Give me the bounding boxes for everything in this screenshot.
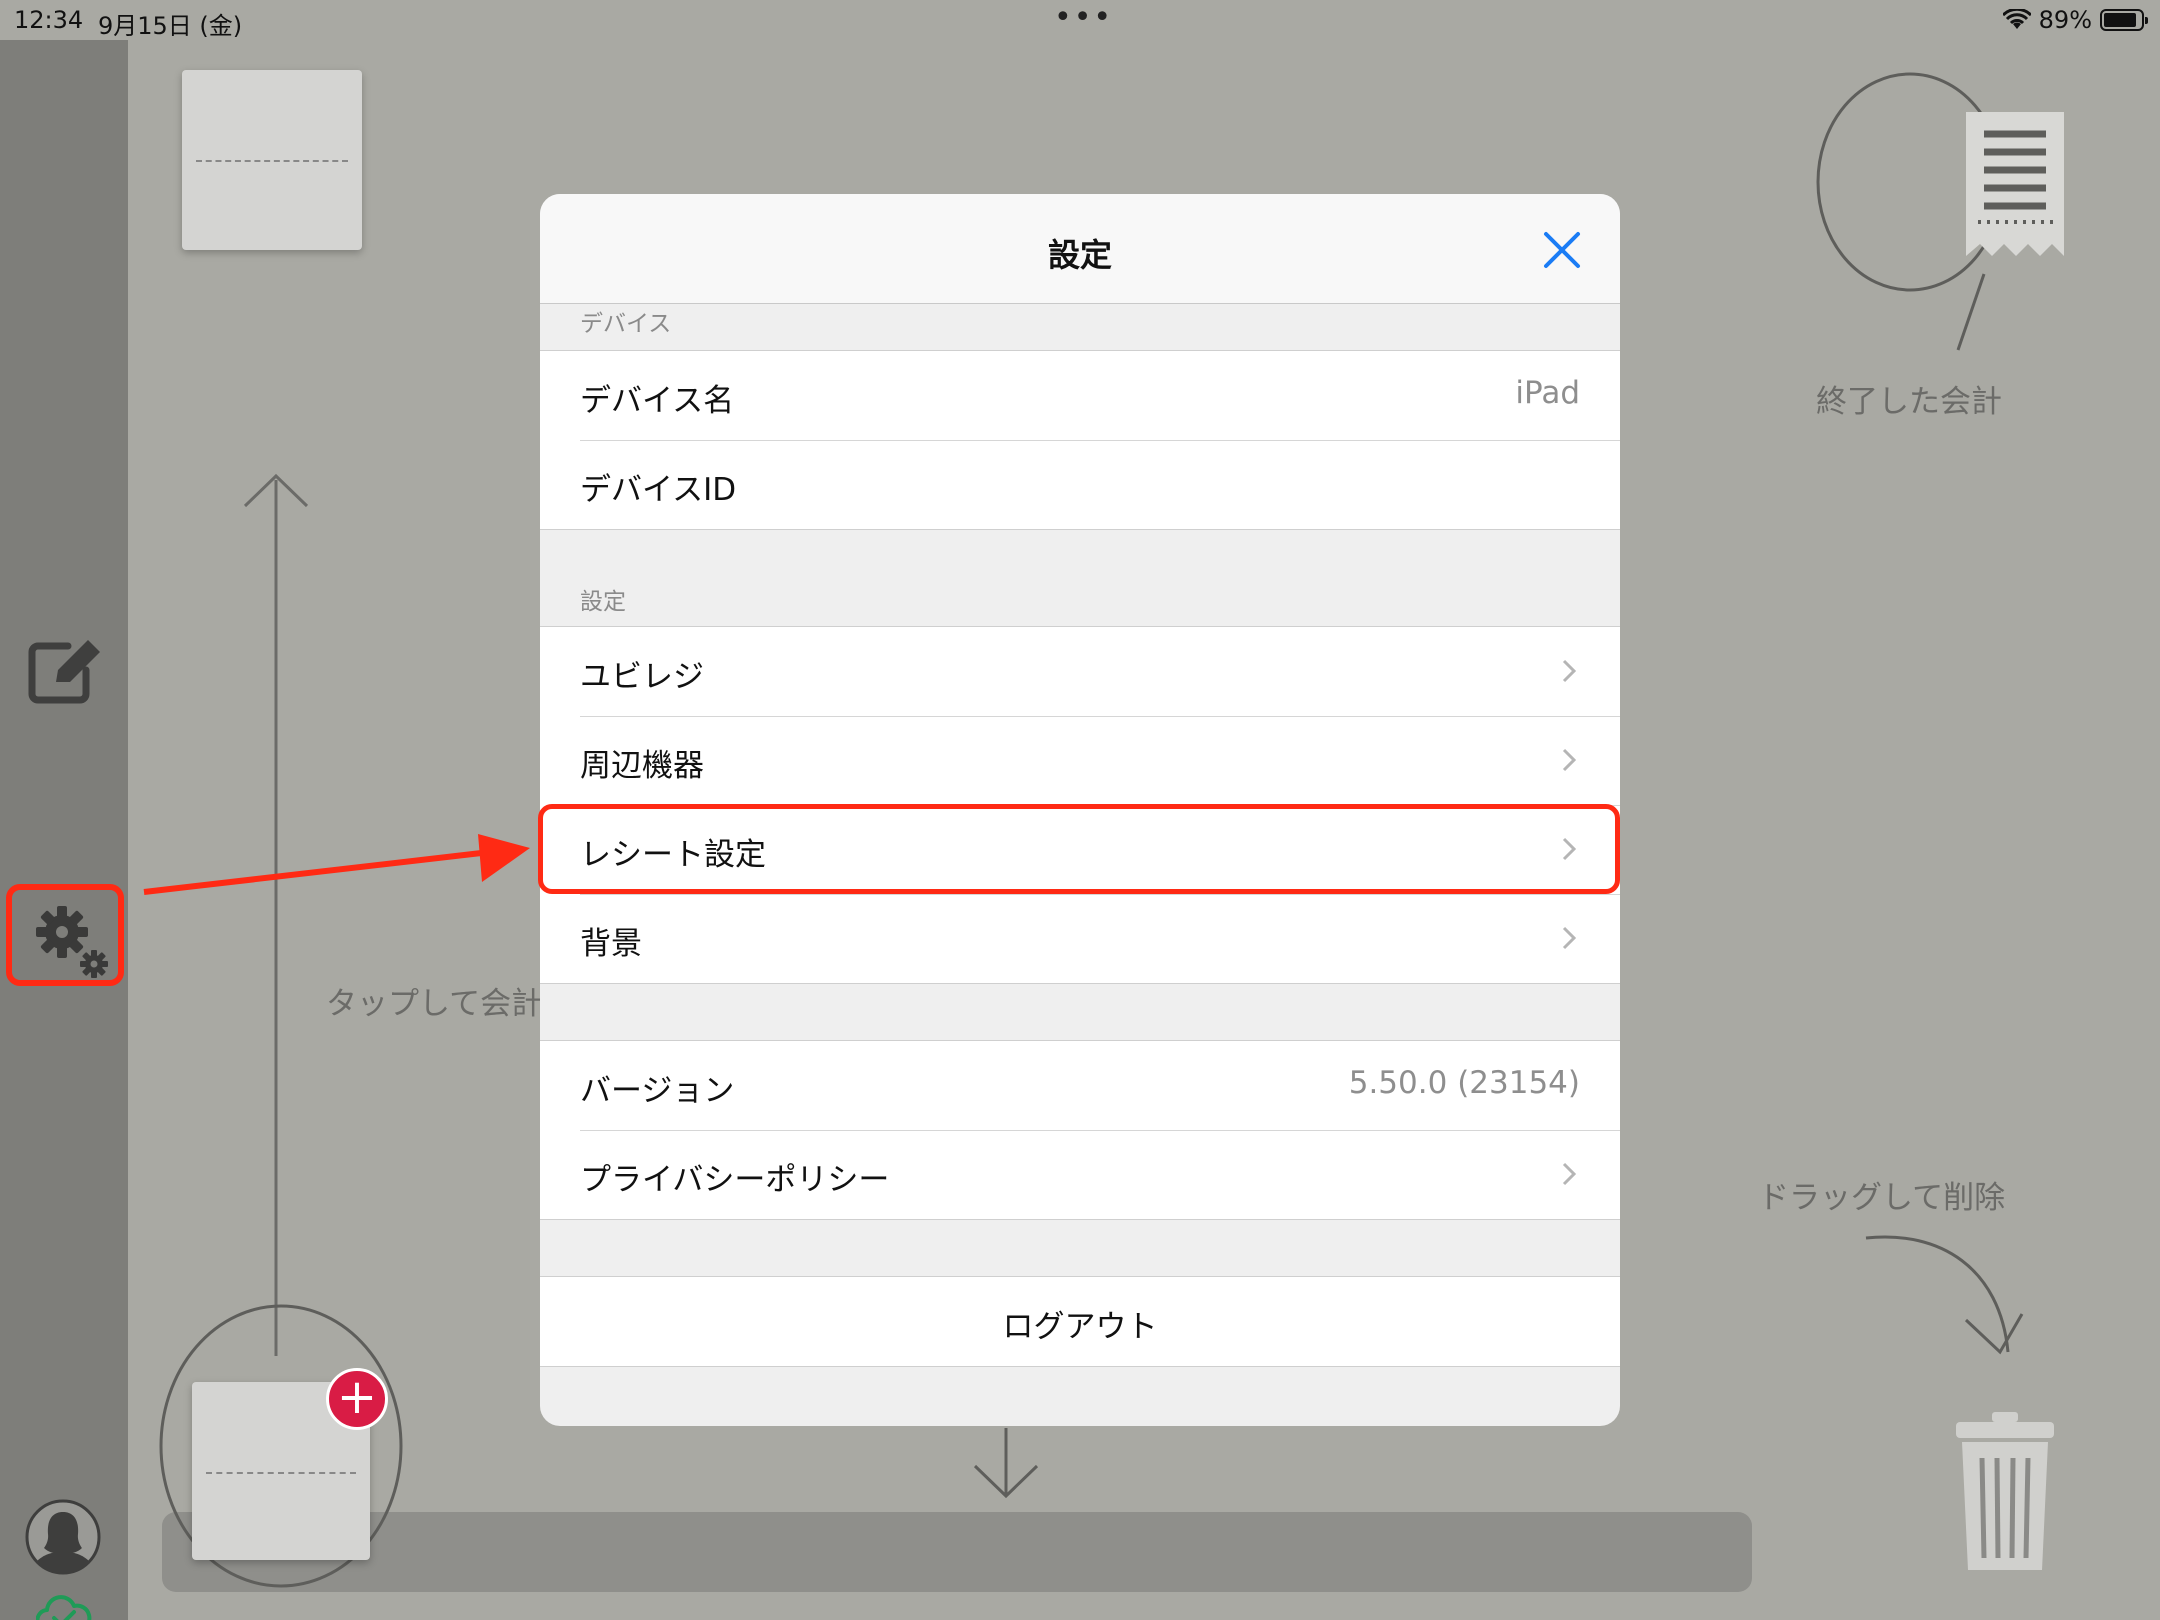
status-indicators: 89%	[2002, 6, 2148, 34]
device-name-label: デバイス名	[580, 383, 735, 419]
version-value: 5.50.0 (23154)	[1348, 1065, 1580, 1101]
multitasking-dots-icon[interactable]: •••	[1054, 0, 1113, 35]
status-bar: 12:34 9月15日 (金) ••• 89%	[0, 0, 2160, 40]
gear-icon	[36, 906, 108, 978]
receipt-settings-highlight	[538, 804, 1620, 894]
battery-percent: 89%	[2038, 6, 2092, 34]
status-time: 12:34	[14, 6, 84, 34]
finished-checkouts-label: 終了した会計	[1816, 384, 2002, 420]
version-label: バージョン	[580, 1073, 735, 1109]
bottom-tray	[162, 1512, 1752, 1592]
sidebar	[0, 40, 128, 1620]
modal-title: 設定	[1047, 236, 1112, 274]
status-date: 9月15日 (金)	[98, 12, 243, 40]
row-device-id[interactable]: デバイスID	[540, 440, 1620, 529]
peripherals-label: 周辺機器	[580, 748, 704, 784]
logout-label: ログアウト	[1002, 1309, 1158, 1345]
drag-to-delete-label: ドラッグして削除	[1758, 1180, 2006, 1216]
chevron-right-icon	[1562, 748, 1576, 772]
device-id-label: デバイスID	[580, 472, 737, 508]
cloud-check-icon	[36, 1595, 92, 1620]
ubiregi-label: ユビレジ	[580, 659, 704, 695]
chevron-right-icon	[1562, 659, 1576, 683]
tap-to-checkout-label: タップして会計	[326, 986, 543, 1022]
wifi-icon	[2002, 9, 2031, 29]
logout-button[interactable]: ログアウト	[540, 1277, 1620, 1366]
device-group: デバイス名 iPad デバイスID	[540, 350, 1620, 530]
section-header-settings: 設定	[580, 589, 626, 615]
order-card-top[interactable]	[182, 70, 362, 250]
trash-icon[interactable]	[1950, 1408, 2060, 1578]
avatar-icon[interactable]	[24, 1498, 102, 1576]
chevron-right-icon	[1562, 1162, 1576, 1186]
row-device-name[interactable]: デバイス名 iPad	[540, 351, 1620, 440]
about-group: バージョン 5.50.0 (23154) プライバシーポリシー	[540, 1040, 1620, 1220]
close-icon[interactable]	[1540, 228, 1584, 272]
logout-group: ログアウト	[540, 1276, 1620, 1367]
row-ubiregi[interactable]: ユビレジ	[540, 627, 1620, 716]
settings-button[interactable]	[6, 884, 124, 986]
battery-icon	[2100, 9, 2148, 31]
modal-header: 設定	[540, 194, 1620, 304]
chevron-right-icon	[1562, 926, 1576, 950]
add-order-button[interactable]: +	[326, 1368, 388, 1430]
row-privacy-policy[interactable]: プライバシーポリシー	[540, 1130, 1620, 1219]
row-background[interactable]: 背景	[540, 894, 1620, 983]
app-screen: 12:34 9月15日 (金) ••• 89% + タップして会計 終了した会計…	[0, 0, 2160, 1620]
edit-icon[interactable]	[28, 636, 104, 704]
section-header-device: デバイス	[580, 311, 672, 337]
row-version: バージョン 5.50.0 (23154)	[540, 1041, 1620, 1130]
privacy-policy-label: プライバシーポリシー	[580, 1162, 890, 1198]
row-peripherals[interactable]: 周辺機器	[540, 716, 1620, 805]
background-label: 背景	[580, 926, 642, 962]
receipt-icon	[1966, 112, 2064, 256]
device-name-value: iPad	[1515, 375, 1580, 411]
